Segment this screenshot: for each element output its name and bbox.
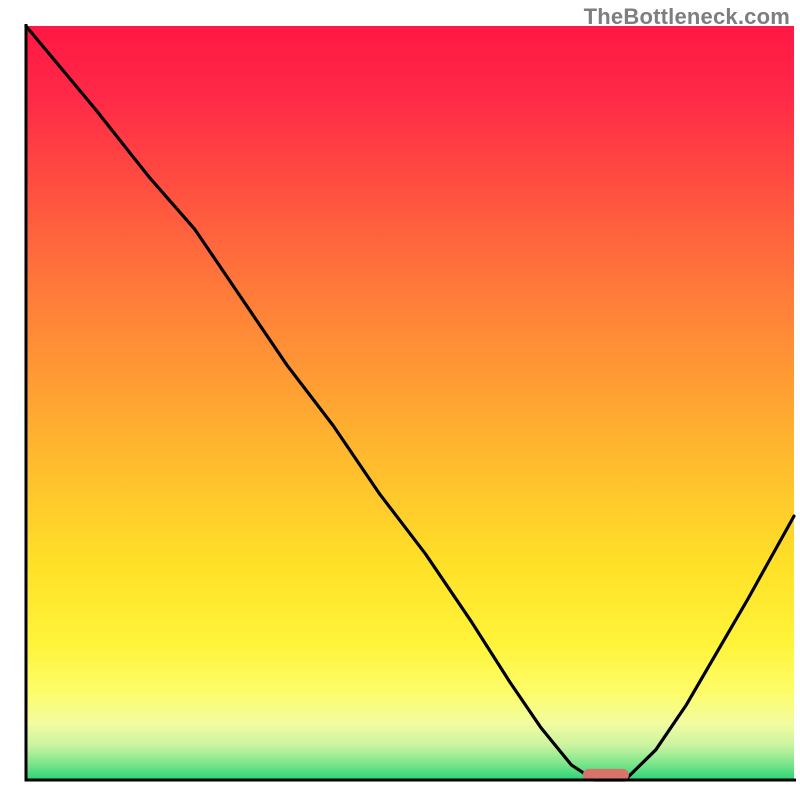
chart-container: TheBottleneck.com (0, 0, 800, 800)
bottleneck-chart (0, 0, 800, 800)
plot-area (26, 26, 794, 780)
